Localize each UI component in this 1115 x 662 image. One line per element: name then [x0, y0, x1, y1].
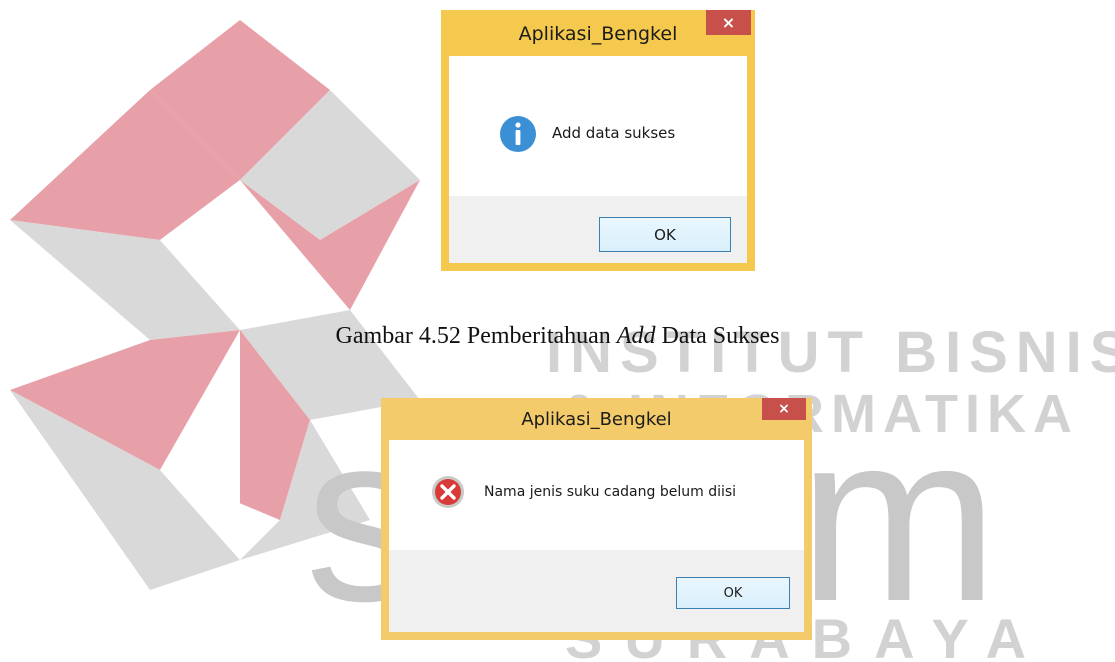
dialog-titlebar[interactable]: Aplikasi_Bengkel ×: [381, 398, 812, 440]
dialog-body: Add data sukses: [449, 56, 747, 196]
dialog-footer: OK: [389, 550, 804, 632]
info-dialog: Aplikasi_Bengkel × Add data sukses OK: [441, 10, 755, 271]
dialog-footer: OK: [449, 196, 747, 263]
error-dialog: Aplikasi_Bengkel × Nama jenis suku cadan…: [381, 398, 812, 640]
ok-button[interactable]: OK: [599, 217, 731, 252]
caption-prefix: Gambar 4.52 Pemberitahuan: [335, 323, 617, 349]
dialog-message: Add data sukses: [552, 124, 676, 142]
ok-button[interactable]: OK: [676, 577, 790, 609]
caption-suffix: Data Sukses: [655, 323, 780, 349]
close-button[interactable]: ×: [706, 10, 751, 35]
dialog-title: Aplikasi_Bengkel: [521, 409, 672, 430]
dialog-body: Nama jenis suku cadang belum diisi: [389, 440, 804, 550]
close-button[interactable]: ×: [762, 398, 806, 420]
figure-caption: Gambar 4.52 Pemberitahuan Add Data Sukse…: [0, 323, 1115, 350]
error-icon: [432, 476, 464, 508]
dialog-titlebar[interactable]: Aplikasi_Bengkel ×: [441, 10, 755, 56]
close-icon: ×: [778, 401, 790, 417]
caption-term: Add: [616, 323, 656, 349]
dialog-message: Nama jenis suku cadang belum diisi: [484, 484, 737, 500]
close-icon: ×: [721, 13, 736, 32]
info-icon: [500, 116, 536, 152]
